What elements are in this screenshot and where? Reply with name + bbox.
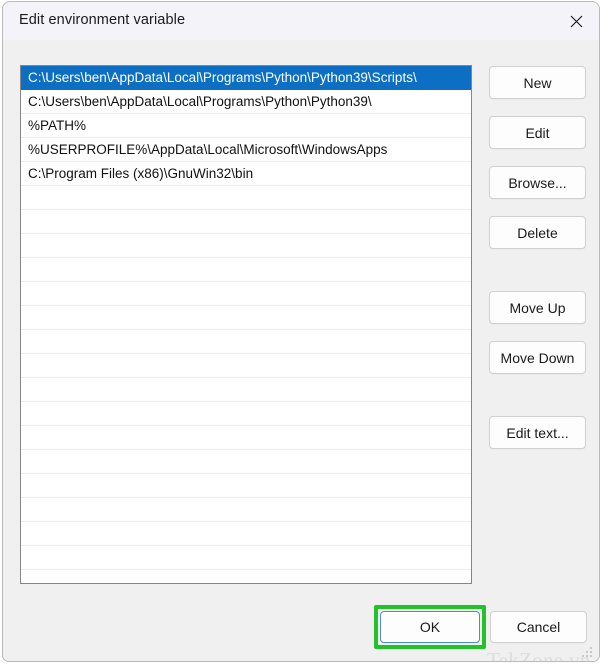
edit-button-label: Edit	[525, 124, 550, 141]
ok-button-label: OK	[419, 619, 441, 635]
cancel-button[interactable]: Cancel	[490, 611, 587, 643]
edit-text-button-label: Edit text...	[506, 424, 569, 441]
browse-button-label: Browse...	[508, 174, 567, 191]
list-item-empty[interactable]	[21, 378, 471, 402]
list-item-empty[interactable]	[21, 258, 471, 282]
list-item-empty[interactable]	[21, 402, 471, 426]
list-item-empty[interactable]	[21, 546, 471, 570]
delete-button-label: Delete	[517, 224, 558, 241]
resize-grip[interactable]	[582, 647, 594, 659]
list-item[interactable]: C:\Program Files (x86)\GnuWin32\bin	[21, 162, 471, 186]
list-item-empty[interactable]	[21, 498, 471, 522]
list-item[interactable]: %USERPROFILE%\AppData\Local\Microsoft\Wi…	[21, 138, 471, 162]
window-title: Edit environment variable	[19, 12, 186, 28]
list-item[interactable]: C:\Users\ben\AppData\Local\Programs\Pyth…	[21, 90, 471, 114]
list-item-empty[interactable]	[21, 210, 471, 234]
list-item-empty[interactable]	[21, 282, 471, 306]
list-item-empty[interactable]	[21, 426, 471, 450]
watermark: TekZone.vn	[487, 648, 591, 662]
cancel-button-label: Cancel	[516, 619, 561, 635]
list-item-empty[interactable]	[21, 234, 471, 258]
list-item-empty[interactable]	[21, 474, 471, 498]
title-bar: Edit environment variable	[3, 2, 599, 40]
list-item[interactable]: C:\Users\ben\AppData\Local\Programs\Pyth…	[21, 66, 471, 90]
path-list[interactable]: C:\Users\ben\AppData\Local\Programs\Pyth…	[20, 65, 472, 584]
edit-environment-variable-dialog: Edit environment variable C:\Users\ben\A…	[2, 1, 600, 662]
move-up-button[interactable]: Move Up	[489, 291, 586, 324]
list-item-empty[interactable]	[21, 354, 471, 378]
list-item-empty[interactable]	[21, 306, 471, 330]
edit-text-button[interactable]: Edit text...	[489, 416, 586, 449]
edit-button[interactable]: Edit	[489, 116, 586, 149]
move-down-button[interactable]: Move Down	[489, 341, 586, 374]
list-item-empty[interactable]	[21, 330, 471, 354]
list-item-empty[interactable]	[21, 186, 471, 210]
dialog-body: C:\Users\ben\AppData\Local\Programs\Pyth…	[3, 40, 599, 662]
list-item-empty[interactable]	[21, 522, 471, 546]
list-item-empty[interactable]	[21, 450, 471, 474]
delete-button[interactable]: Delete	[489, 216, 586, 249]
list-item[interactable]: %PATH%	[21, 114, 471, 138]
browse-button[interactable]: Browse...	[489, 166, 586, 199]
new-button-label: New	[523, 74, 552, 91]
close-icon[interactable]	[553, 2, 599, 40]
move-down-button-label: Move Down	[500, 349, 575, 366]
ok-button[interactable]: OK	[380, 611, 480, 643]
move-up-button-label: Move Up	[509, 299, 566, 316]
new-button[interactable]: New	[489, 66, 586, 99]
